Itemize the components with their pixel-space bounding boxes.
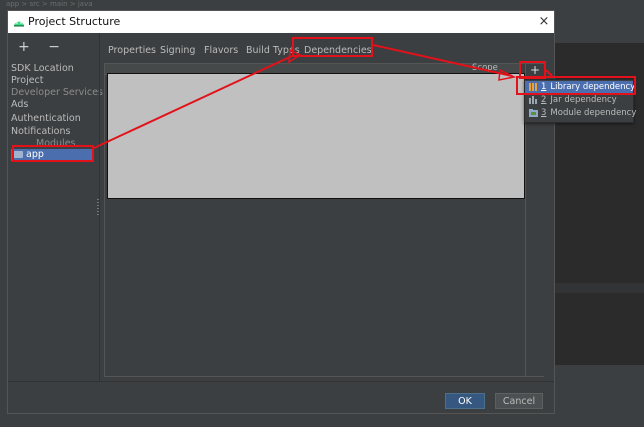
project-structure-dialog: Project Structure × + − SDK Location Pro… [7,10,555,414]
menu-item-module-dependency[interactable]: 3 Module dependency [525,107,637,120]
dialog-title: Project Structure [28,15,121,28]
sidebar-item-sdk-location[interactable]: SDK Location [11,63,74,75]
dependencies-table[interactable] [107,73,525,199]
cancel-button[interactable]: Cancel [495,393,543,409]
android-studio-icon [14,21,24,27]
annotation-box-app [12,145,94,162]
menu-item-number: 3 [541,108,547,118]
sidebar-item-authentication[interactable]: Authentication [11,113,81,125]
splitter-handle[interactable] [97,199,99,217]
annotation-box-dependencies-tab [292,37,373,57]
dependencies-panel: Scope + [104,63,544,377]
module-icon [529,108,538,117]
menu-item-number: 2 [541,95,547,105]
menu-item-jar-dependency[interactable]: 2 Jar dependency [525,94,633,107]
sidebar-item-ads[interactable]: Ads [11,99,28,111]
sidebar-item-notifications[interactable]: Notifications [11,126,70,138]
menu-item-label: Jar dependency [550,95,617,105]
dialog-titlebar[interactable]: Project Structure × [8,11,554,33]
ide-background-bottom [0,414,644,427]
jar-icon [529,95,537,104]
tab-flavors[interactable]: Flavors [204,44,238,58]
ide-breadcrumb: app > src > main > java [6,0,93,8]
sidebar: + − SDK Location Project Developer Servi… [8,33,103,381]
add-module-button[interactable]: + [18,39,32,55]
footer-divider [8,381,554,382]
sidebar-divider [99,33,100,381]
annotation-box-library-dependency [516,76,636,95]
ide-background-top: app > src > main > java [0,0,644,9]
remove-module-button[interactable]: − [48,39,62,55]
tab-signing[interactable]: Signing [160,44,195,58]
menu-item-label: Module dependency [550,108,637,118]
ok-button[interactable]: OK [445,393,485,409]
tab-properties[interactable]: Properties [108,44,156,58]
ide-band [555,9,644,43]
sidebar-heading-developer-services: Developer Services [11,87,103,98]
close-button[interactable]: × [536,14,552,30]
sidebar-item-project[interactable]: Project [11,75,44,87]
ide-band [555,283,644,293]
sidebar-toolbar: + − [18,39,72,55]
ide-background-right [555,9,644,427]
